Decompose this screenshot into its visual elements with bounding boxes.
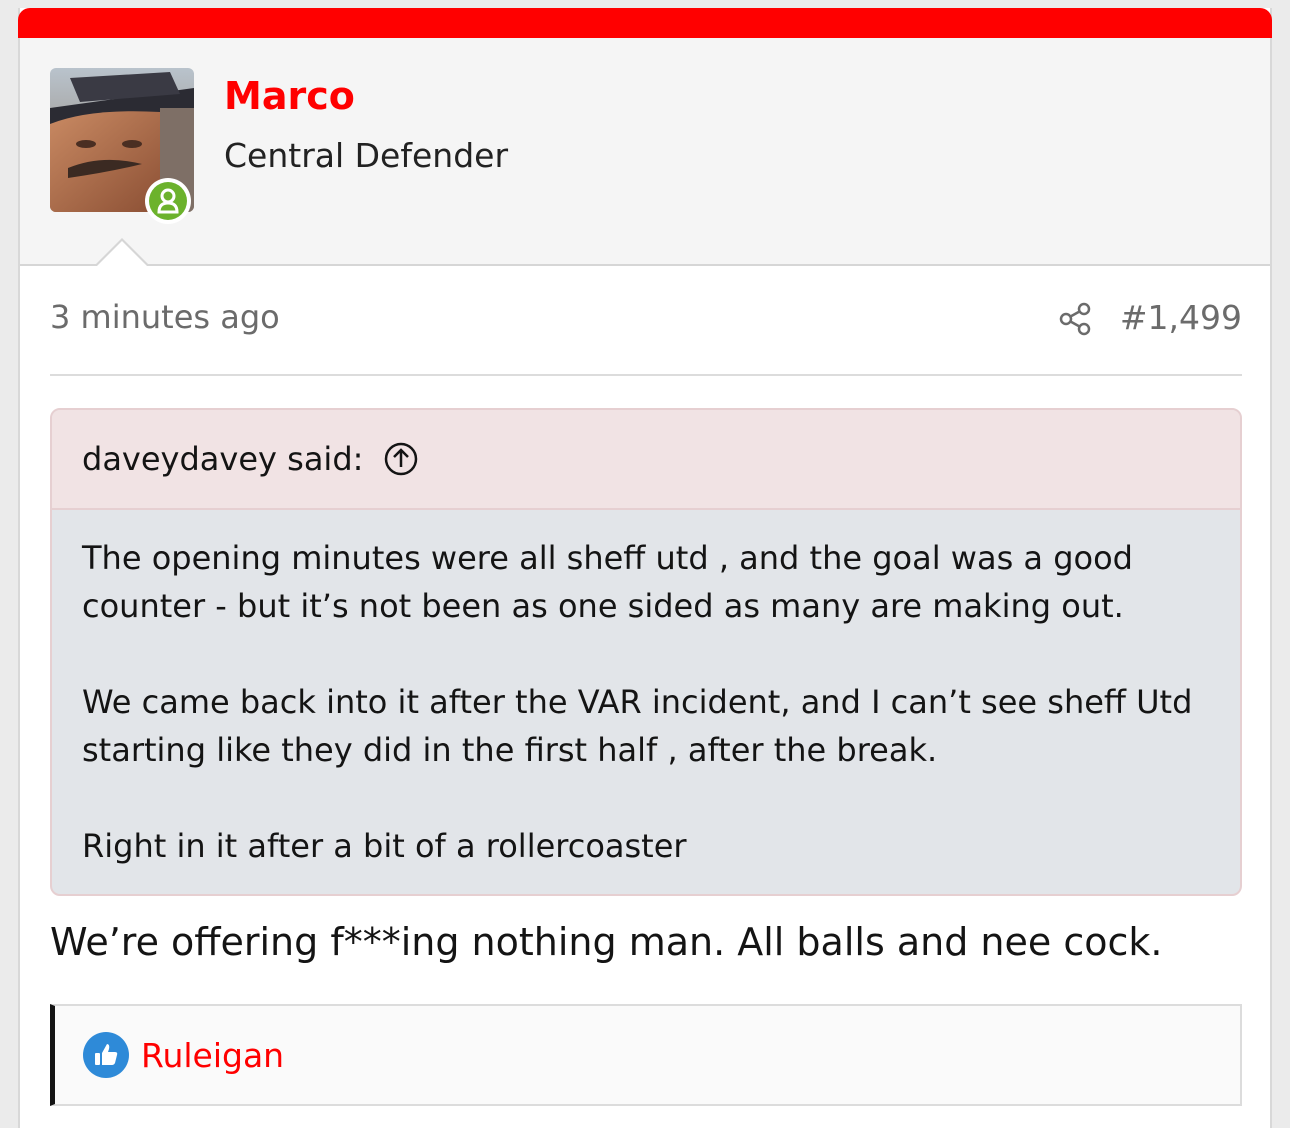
user-bar [20, 38, 1270, 266]
username-link[interactable]: Marco [224, 74, 355, 118]
reactions-bar: Ruleigan [50, 1004, 1242, 1106]
share-icon[interactable] [1058, 302, 1092, 344]
post-top-bar [18, 8, 1272, 38]
reaction-user-link[interactable]: Ruleigan [141, 1036, 284, 1075]
quote-author[interactable]: daveydavey said: [82, 440, 363, 478]
quote-block: daveydavey said: The opening minutes wer… [50, 408, 1242, 896]
user-online-icon [149, 182, 187, 220]
forum-post: Marco Central Defender 3 minutes ago #1,… [18, 8, 1272, 1128]
quote-header[interactable]: daveydavey said: [52, 410, 1240, 510]
meta-divider [50, 374, 1242, 376]
thumbs-up-icon [83, 1032, 129, 1078]
quote-paragraph: The opening minutes were all sheff utd ,… [82, 539, 1133, 625]
user-title: Central Defender [224, 136, 509, 175]
post-message: We’re offering f***ing nothing man. All … [50, 920, 1163, 964]
quote-paragraph: Right in it after a bit of a rollercoast… [82, 827, 687, 865]
post-timestamp[interactable]: 3 minutes ago [50, 298, 280, 336]
arrow-up-circle-icon[interactable] [383, 441, 419, 477]
online-status-badge [145, 178, 191, 224]
post-number-link[interactable]: #1,499 [1120, 298, 1242, 337]
quote-content: The opening minutes were all sheff utd ,… [52, 510, 1240, 870]
post-meta: 3 minutes ago #1,499 [50, 298, 1242, 337]
quote-paragraph: We came back into it after the VAR incid… [82, 683, 1193, 769]
